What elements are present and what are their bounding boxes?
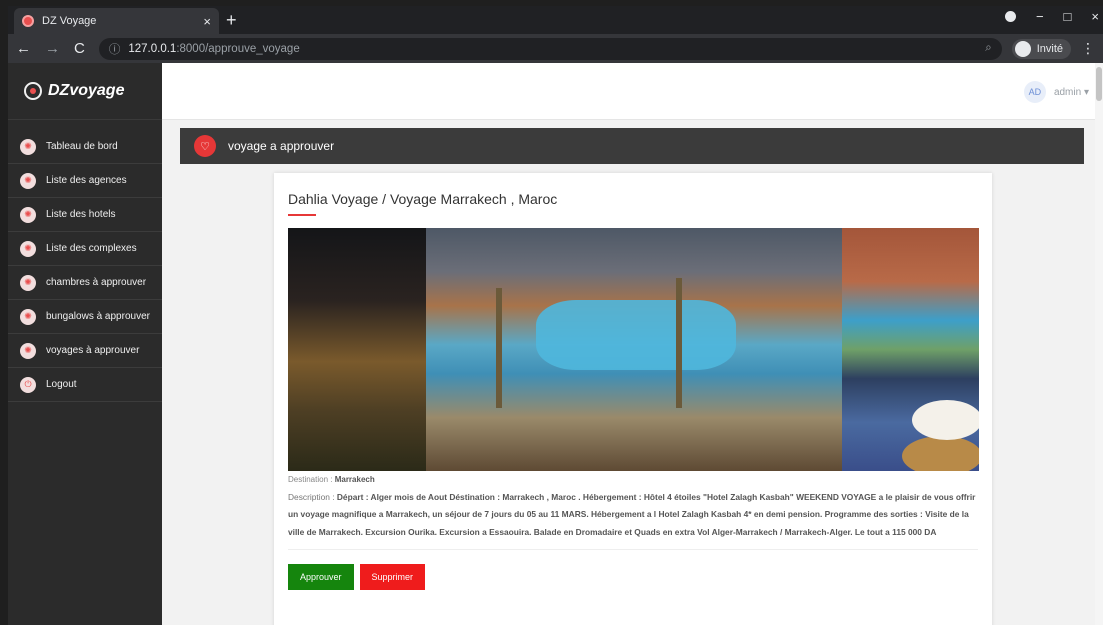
brand-logo-icon (24, 82, 42, 100)
back-button[interactable]: ← (16, 40, 31, 57)
tab-title: DZ Voyage (42, 15, 97, 27)
favicon-icon (22, 15, 34, 27)
minimize-button[interactable]: − (1036, 9, 1044, 24)
page-title: voyage a approuver (228, 139, 335, 153)
page-header: ♡ voyage a approuver (180, 128, 1084, 164)
sun-icon: ✺ (20, 240, 36, 257)
sun-icon: ✺ (20, 308, 36, 325)
sidebar: DZvoyage ✺ Tableau de bord ✺ Liste des a… (8, 63, 162, 625)
sidebar-item-label: Liste des agences (46, 175, 127, 186)
address-bar: ← → C ⓘ 127.0.0.1 :8000/approuve_voyage … (8, 34, 1103, 63)
photo-panel-night (288, 228, 426, 471)
bread-shape (902, 436, 979, 471)
pool-shape (536, 300, 736, 370)
url-path: :8000/approuve_voyage (176, 42, 300, 55)
brand-name: DZvoyage (48, 82, 125, 99)
media-indicator-icon[interactable] (1004, 11, 1016, 22)
divider (288, 548, 978, 550)
browser-tab[interactable]: DZ Voyage × (14, 8, 219, 34)
description: Description : Départ : Alger mois de Aou… (288, 489, 978, 541)
top-navbar: AD admin ▾ (162, 63, 1103, 120)
chevron-down-icon: ▾ (1081, 86, 1089, 98)
delete-button[interactable]: Supprimer (359, 563, 426, 590)
forward-button[interactable]: → (45, 40, 60, 57)
close-window-button[interactable]: × (1091, 9, 1099, 24)
search-icon[interactable]: ⌕ (985, 42, 991, 55)
sun-icon: ✺ (20, 138, 36, 155)
description-label: Description : (288, 492, 337, 503)
palm-trunk (496, 288, 502, 408)
sidebar-item-agences[interactable]: ✺ Liste des agences (8, 164, 162, 198)
avatar: AD (1023, 81, 1046, 103)
sidebar-item-label: Logout (46, 379, 77, 390)
browser-window: DZ Voyage × + − □ × ← → C ⓘ 127.0.0.1 :8… (8, 6, 1103, 625)
sidebar-menu: ✺ Tableau de bord ✺ Liste des agences ✺ … (8, 130, 162, 402)
power-icon: ⏻ (20, 376, 36, 393)
profile-avatar-icon (1014, 40, 1031, 57)
scrollbar[interactable] (1095, 63, 1103, 625)
destination: Destination : Marrakech (288, 474, 978, 485)
scrollbar-thumb[interactable] (1096, 67, 1102, 101)
url-input[interactable]: ⓘ 127.0.0.1 :8000/approuve_voyage ⌕ (98, 37, 1002, 60)
sidebar-item-label: Tableau de bord (46, 141, 118, 152)
web-app: DZvoyage ✺ Tableau de bord ✺ Liste des a… (8, 63, 1103, 625)
approve-button[interactable]: Approuver (288, 563, 354, 590)
maximize-button[interactable]: □ (1064, 9, 1072, 24)
sidebar-item-voyages[interactable]: ✺ voyages à approuver (8, 334, 162, 368)
sidebar-item-hotels[interactable]: ✺ Liste des hotels (8, 198, 162, 232)
photo-panel-pool (426, 228, 842, 471)
sidebar-item-label: Liste des hotels (46, 209, 116, 220)
destination-label: Destination : (288, 475, 335, 484)
sidebar-item-label: bungalows à approuver (46, 311, 150, 322)
sidebar-item-bungalows[interactable]: ✺ bungalows à approuver (8, 300, 162, 334)
reload-button[interactable]: C (74, 40, 85, 57)
sidebar-item-logout[interactable]: ⏻ Logout (8, 368, 162, 402)
tab-bar: DZ Voyage × + − □ × (8, 6, 1103, 34)
tab-close-button[interactable]: × (203, 14, 211, 29)
main-content: AD admin ▾ ♡ voyage a approuver Dahlia V… (162, 63, 1103, 625)
title-underline (288, 214, 316, 216)
voyage-card: Dahlia Voyage / Voyage Marrakech , Maroc (274, 173, 992, 625)
url-host: 127.0.0.1 (128, 42, 177, 55)
sidebar-item-complexes[interactable]: ✺ Liste des complexes (8, 232, 162, 266)
sun-icon: ✺ (20, 172, 36, 189)
browser-menu-icon[interactable]: ⋮ (1081, 40, 1095, 57)
sun-icon: ✺ (20, 206, 36, 223)
card-actions: Approuver Supprimer (288, 563, 978, 590)
heart-icon: ♡ (194, 135, 216, 157)
username: admin (1053, 86, 1082, 98)
sidebar-item-chambres[interactable]: ✺ chambres à approuver (8, 266, 162, 300)
voyage-photo (288, 228, 979, 471)
sun-icon: ✺ (20, 274, 36, 291)
voyage-title: Dahlia Voyage / Voyage Marrakech , Maroc (288, 191, 558, 207)
palm-trunk (676, 278, 682, 408)
sun-icon: ✺ (20, 342, 36, 359)
new-tab-button[interactable]: + (226, 10, 237, 31)
sidebar-item-label: voyages à approuver (46, 345, 140, 356)
plate-shape (912, 400, 979, 440)
user-menu[interactable]: AD admin ▾ (1023, 81, 1089, 103)
info-icon[interactable]: ⓘ (109, 41, 121, 57)
photo-panel-terrace (842, 228, 979, 471)
sidebar-item-tableau-de-bord[interactable]: ✺ Tableau de bord (8, 130, 162, 164)
sidebar-item-label: chambres à approuver (46, 277, 147, 288)
description-text: Départ : Alger mois de Aout Déstination … (288, 492, 976, 537)
brand[interactable]: DZvoyage (8, 63, 162, 120)
profile-button[interactable]: Invité (1011, 38, 1071, 59)
profile-label: Invité (1036, 42, 1063, 55)
sidebar-item-label: Liste des complexes (46, 243, 137, 254)
window-controls: − □ × (1004, 9, 1099, 24)
destination-value: Marrakech (334, 475, 375, 484)
